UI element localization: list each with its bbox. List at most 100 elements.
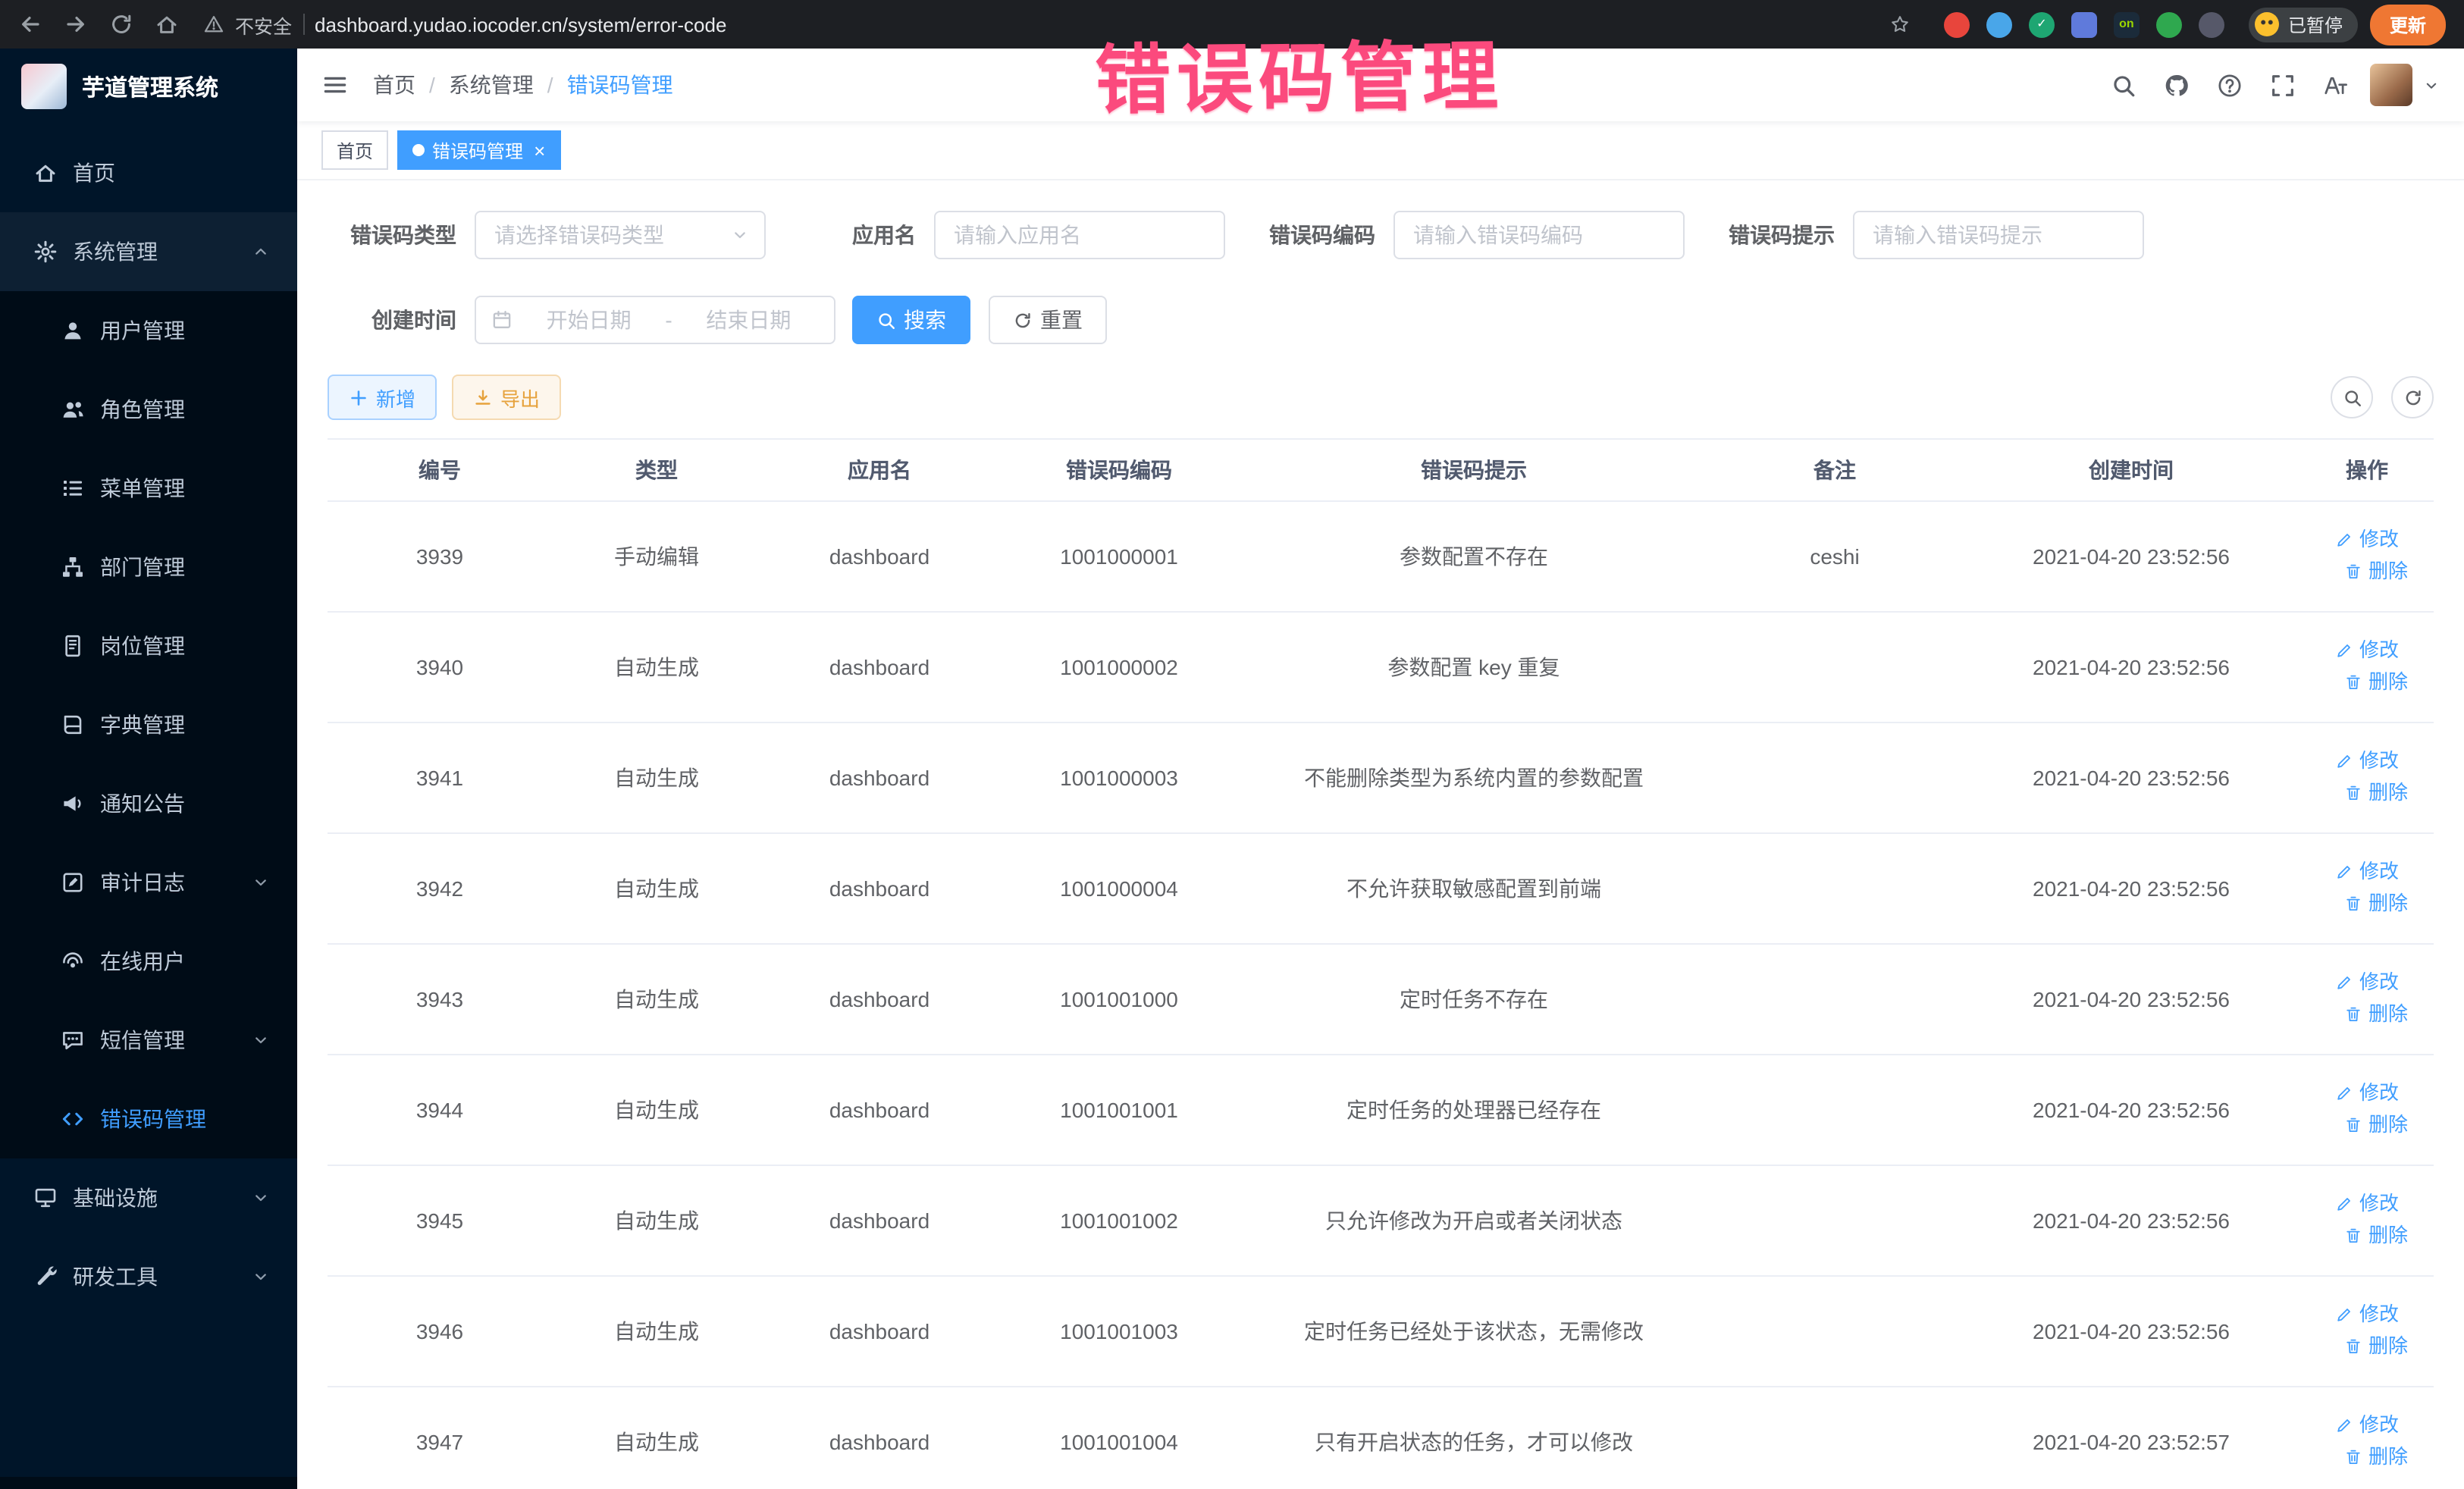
browser-nav: [18, 12, 179, 36]
filter-input[interactable]: [934, 211, 1225, 259]
date-range-picker[interactable]: 开始日期 - 结束日期: [475, 296, 835, 344]
table-row: 3945自动生成dashboard1001001002只允许修改为开启或者关闭状…: [328, 1165, 2434, 1276]
edit-link[interactable]: 修改: [2335, 525, 2399, 555]
delete-link[interactable]: 删除: [2344, 1221, 2408, 1251]
edit-link[interactable]: 修改: [2335, 635, 2399, 666]
question-button[interactable]: [2217, 72, 2243, 98]
export-button[interactable]: 导出: [452, 375, 561, 420]
divider: [303, 14, 304, 35]
sidebar-item-role-management[interactable]: 角色管理: [0, 370, 297, 449]
filter-input[interactable]: [1853, 211, 2144, 259]
cell-code: 1001000003: [998, 723, 1240, 833]
delete-link[interactable]: 删除: [2344, 667, 2408, 697]
fullscreen-button[interactable]: [2270, 72, 2296, 98]
sidebar-item-audit-log[interactable]: 审计日志: [0, 843, 297, 922]
edit-link[interactable]: 修改: [2335, 1410, 2399, 1440]
dark-octopus-extension-icon[interactable]: [2199, 11, 2224, 37]
reset-button[interactable]: 重置: [989, 296, 1107, 344]
delete-link[interactable]: 删除: [2344, 889, 2408, 919]
delete-link[interactable]: 删除: [2344, 1110, 2408, 1140]
search-button[interactable]: 搜索: [852, 296, 970, 344]
trash-icon: [2344, 1116, 2362, 1134]
sidebar-item-notice[interactable]: 通知公告: [0, 764, 297, 843]
user-avatar[interactable]: [2370, 64, 2440, 106]
cell-hint: 定时任务的处理器已经存在: [1240, 1055, 1707, 1165]
refresh-table-button[interactable]: [2391, 376, 2434, 418]
table-body: 3939手动编辑dashboard1001000001参数配置不存在ceshi2…: [328, 501, 2434, 1489]
table-row: 3943自动生成dashboard1001001000定时任务不存在2021-0…: [328, 944, 2434, 1055]
cell-hint: 只有开启状态的任务，才可以修改: [1240, 1387, 1707, 1489]
blue-drop-extension-icon[interactable]: [1986, 11, 2012, 37]
sidebar-item-sms-management[interactable]: 短信管理: [0, 1001, 297, 1080]
sidebar-item-online-user[interactable]: 在线用户: [0, 922, 297, 1001]
search-button[interactable]: [2111, 72, 2136, 98]
extension-icons: ✓ on: [1944, 11, 2224, 37]
filter-input[interactable]: [1393, 211, 1685, 259]
cell-code: 1001000002: [998, 612, 1240, 723]
filter-label: 错误码编码: [1246, 220, 1393, 250]
sidebar-item-user-management[interactable]: 用户管理: [0, 291, 297, 370]
edit-link[interactable]: 修改: [2335, 1189, 2399, 1219]
chevron-down-icon: [252, 1268, 270, 1286]
chevron-down-icon: [2423, 77, 2440, 93]
bookmark-star-icon[interactable]: [1889, 14, 1911, 35]
green-check-extension-icon[interactable]: ✓: [2029, 11, 2055, 37]
close-icon[interactable]: ×: [534, 140, 545, 160]
hamburger-icon[interactable]: [321, 71, 349, 99]
breadcrumb-item[interactable]: 系统管理: [449, 70, 534, 100]
edit-link[interactable]: 修改: [2335, 967, 2399, 998]
edit-link[interactable]: 修改: [2335, 1299, 2399, 1330]
active-dot: [412, 144, 425, 156]
delete-link[interactable]: 删除: [2344, 1442, 2408, 1472]
sidebar-item-system-management[interactable]: 系统管理: [0, 212, 297, 291]
address-bar[interactable]: 不安全 dashboard.yudao.iocoder.cn/system/er…: [203, 10, 1920, 39]
column-header: 创建时间: [1962, 439, 2300, 501]
sidebar-item-error-code[interactable]: 错误码管理: [0, 1080, 297, 1158]
badge-icon: [61, 634, 85, 658]
delete-link[interactable]: 删除: [2344, 1331, 2408, 1362]
show-search-button[interactable]: [2331, 376, 2373, 418]
sidebar-item-home[interactable]: 首页: [0, 133, 297, 212]
green-leaf-extension-icon[interactable]: [2156, 11, 2182, 37]
app-title: 芋道管理系统: [82, 71, 218, 102]
github-button[interactable]: [2164, 72, 2190, 98]
sidebar-item-dept-management[interactable]: 部门管理: [0, 528, 297, 607]
delete-link[interactable]: 删除: [2344, 999, 2408, 1030]
sidebar-item-dev-tools[interactable]: 研发工具: [0, 1237, 297, 1316]
delete-link[interactable]: 删除: [2344, 778, 2408, 808]
people-grid-extension-icon[interactable]: [2071, 11, 2097, 37]
red-circle-extension-icon[interactable]: [1944, 11, 1970, 37]
url-text[interactable]: dashboard.yudao.iocoder.cn/system/error-…: [315, 13, 726, 36]
cell-remark: [1707, 1055, 1962, 1165]
sidebar-item-infrastructure[interactable]: 基础设施: [0, 1158, 297, 1237]
update-button[interactable]: 更新: [2370, 4, 2446, 45]
on-badge-extension-icon[interactable]: on: [2114, 11, 2140, 37]
edit-link[interactable]: 修改: [2335, 746, 2399, 776]
back-button[interactable]: [18, 12, 42, 36]
app: 不安全 dashboard.yudao.iocoder.cn/system/er…: [0, 0, 2464, 1489]
cell-type: 自动生成: [552, 944, 761, 1055]
font-size-button[interactable]: [2323, 72, 2349, 98]
reload-button[interactable]: [109, 12, 133, 36]
tab-home[interactable]: 首页: [321, 130, 388, 170]
sidebar-item-menu-management[interactable]: 菜单管理: [0, 449, 297, 528]
cell-time: 2021-04-20 23:52:56: [1962, 501, 2300, 612]
breadcrumb-item[interactable]: 首页: [373, 70, 415, 100]
edit-link[interactable]: 修改: [2335, 857, 2399, 887]
delete-link[interactable]: 删除: [2344, 556, 2408, 587]
logo[interactable]: 芋道管理系统: [0, 49, 297, 124]
profile-paused-chip[interactable]: 已暂停: [2249, 7, 2358, 42]
forward-button[interactable]: [64, 12, 88, 36]
add-button[interactable]: 新增: [328, 375, 437, 420]
tab-error-code[interactable]: 错误码管理 ×: [397, 130, 560, 170]
cell-code: 1001001000: [998, 944, 1240, 1055]
sidebar-item-dict-management[interactable]: 字典管理: [0, 685, 297, 764]
edit-link[interactable]: 修改: [2335, 1078, 2399, 1108]
content: 错误码类型请选择错误码类型应用名错误码编码错误码提示 创建时间 开始日期 - 结…: [297, 180, 2464, 1489]
sidebar-item-post-management[interactable]: 岗位管理: [0, 607, 297, 685]
tab-label: 错误码管理: [432, 137, 523, 163]
home-button[interactable]: [155, 12, 179, 36]
breadcrumb-item[interactable]: 错误码管理: [567, 70, 673, 100]
filter-select[interactable]: 请选择错误码类型: [475, 211, 766, 259]
avatar-image: [2370, 64, 2412, 106]
